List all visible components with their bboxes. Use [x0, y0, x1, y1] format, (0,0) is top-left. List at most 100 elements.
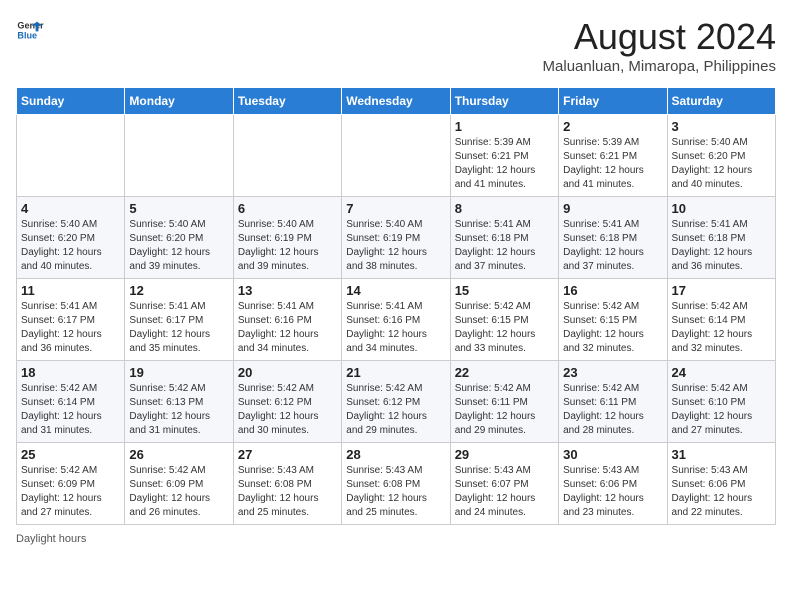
calendar-cell: 13 Sunrise: 5:41 AM Sunset: 6:16 PM Dayli… [233, 279, 341, 361]
day-number: 19 [129, 365, 228, 380]
day-info: Sunrise: 5:43 AM Sunset: 6:06 PM Dayligh… [672, 464, 771, 520]
days-header-row: SundayMondayTuesdayWednesdayThursdayFrid… [17, 88, 776, 115]
calendar-cell: 27 Sunrise: 5:43 AM Sunset: 6:08 PM Dayli… [233, 443, 341, 525]
day-info: Sunrise: 5:42 AM Sunset: 6:13 PM Dayligh… [129, 382, 228, 438]
day-header-wednesday: Wednesday [342, 88, 450, 115]
calendar-cell: 16Sunrise: 5:42 AM Sunset: 6:15 PM Dayli… [559, 279, 667, 361]
day-number: 6 [238, 201, 337, 216]
day-info: Sunrise: 5:41 AM Sunset: 6:16 PM Dayligh… [346, 300, 445, 356]
calendar-cell: 14Sunrise: 5:41 AM Sunset: 6:16 PM Dayli… [342, 279, 450, 361]
month-year-title: August 2024 [543, 16, 776, 58]
location-subtitle: Maluanluan, Mimaropa, Philippines [543, 58, 776, 75]
day-info: Sunrise: 5:40 AM Sunset: 6:19 PM Dayligh… [238, 218, 337, 274]
calendar-cell: 8 Sunrise: 5:41 AM Sunset: 6:18 PM Daylig… [450, 197, 558, 279]
calendar-cell [17, 115, 125, 197]
calendar-cell: 28Sunrise: 5:43 AM Sunset: 6:08 PM Dayli… [342, 443, 450, 525]
calendar-cell: 5 Sunrise: 5:40 AM Sunset: 6:20 PM Daylig… [125, 197, 233, 279]
title-area: August 2024 Maluanluan, Mimaropa, Philip… [543, 16, 776, 75]
day-info: Sunrise: 5:41 AM Sunset: 6:17 PM Dayligh… [129, 300, 228, 356]
day-number: 30 [563, 447, 662, 462]
calendar-cell: 31 Sunrise: 5:43 AM Sunset: 6:06 PM Dayli… [667, 443, 775, 525]
calendar-cell: 2 Sunrise: 5:39 AM Sunset: 6:21 PM Daylig… [559, 115, 667, 197]
day-info: Sunrise: 5:41 AM Sunset: 6:17 PM Dayligh… [21, 300, 120, 356]
calendar-cell: 26 Sunrise: 5:42 AM Sunset: 6:09 PM Dayli… [125, 443, 233, 525]
day-header-thursday: Thursday [450, 88, 558, 115]
calendar-cell [342, 115, 450, 197]
day-info: Sunrise: 5:42 AM Sunset: 6:15 PM Dayligh… [455, 300, 554, 356]
day-info: Sunrise: 5:42 AM Sunset: 6:14 PM Dayligh… [672, 300, 771, 356]
logo: General Blue [16, 16, 44, 44]
week-row-5: 25 Sunrise: 5:42 AM Sunset: 6:09 PM Dayli… [17, 443, 776, 525]
day-info: Sunrise: 5:42 AM Sunset: 6:09 PM Dayligh… [129, 464, 228, 520]
day-number: 1 [455, 119, 554, 134]
day-info: Sunrise: 5:43 AM Sunset: 6:07 PM Dayligh… [455, 464, 554, 520]
day-header-tuesday: Tuesday [233, 88, 341, 115]
day-info: Sunrise: 5:41 AM Sunset: 6:16 PM Dayligh… [238, 300, 337, 356]
day-number: 12 [129, 283, 228, 298]
day-number: 20 [238, 365, 337, 380]
day-number: 27 [238, 447, 337, 462]
day-info: Sunrise: 5:41 AM Sunset: 6:18 PM Dayligh… [455, 218, 554, 274]
day-number: 21 [346, 365, 445, 380]
day-info: Sunrise: 5:40 AM Sunset: 6:20 PM Dayligh… [129, 218, 228, 274]
day-number: 3 [672, 119, 771, 134]
logo-icon: General Blue [16, 16, 44, 44]
day-info: Sunrise: 5:43 AM Sunset: 6:08 PM Dayligh… [238, 464, 337, 520]
calendar-cell: 9Sunrise: 5:41 AM Sunset: 6:18 PM Daylig… [559, 197, 667, 279]
week-row-1: 1 Sunrise: 5:39 AM Sunset: 6:21 PM Daylig… [17, 115, 776, 197]
day-number: 2 [563, 119, 662, 134]
week-row-3: 11Sunrise: 5:41 AM Sunset: 6:17 PM Dayli… [17, 279, 776, 361]
day-header-saturday: Saturday [667, 88, 775, 115]
calendar-cell: 12 Sunrise: 5:41 AM Sunset: 6:17 PM Dayli… [125, 279, 233, 361]
day-number: 7 [346, 201, 445, 216]
day-number: 18 [21, 365, 120, 380]
calendar-cell: 21 Sunrise: 5:42 AM Sunset: 6:12 PM Dayli… [342, 361, 450, 443]
calendar-cell: 10Sunrise: 5:41 AM Sunset: 6:18 PM Dayli… [667, 197, 775, 279]
day-number: 26 [129, 447, 228, 462]
calendar-cell: 6 Sunrise: 5:40 AM Sunset: 6:19 PM Daylig… [233, 197, 341, 279]
day-info: Sunrise: 5:42 AM Sunset: 6:11 PM Dayligh… [455, 382, 554, 438]
day-number: 10 [672, 201, 771, 216]
day-info: Sunrise: 5:43 AM Sunset: 6:08 PM Dayligh… [346, 464, 445, 520]
day-number: 9 [563, 201, 662, 216]
calendar-cell: 17Sunrise: 5:42 AM Sunset: 6:14 PM Dayli… [667, 279, 775, 361]
day-header-sunday: Sunday [17, 88, 125, 115]
day-number: 13 [238, 283, 337, 298]
day-info: Sunrise: 5:42 AM Sunset: 6:10 PM Dayligh… [672, 382, 771, 438]
calendar-cell [125, 115, 233, 197]
day-number: 25 [21, 447, 120, 462]
day-info: Sunrise: 5:42 AM Sunset: 6:12 PM Dayligh… [238, 382, 337, 438]
calendar-cell: 3 Sunrise: 5:40 AM Sunset: 6:20 PM Daylig… [667, 115, 775, 197]
calendar-cell: 25 Sunrise: 5:42 AM Sunset: 6:09 PM Dayli… [17, 443, 125, 525]
day-info: Sunrise: 5:39 AM Sunset: 6:21 PM Dayligh… [563, 136, 662, 192]
day-number: 29 [455, 447, 554, 462]
calendar-cell: 24Sunrise: 5:42 AM Sunset: 6:10 PM Dayli… [667, 361, 775, 443]
day-number: 23 [563, 365, 662, 380]
calendar-cell: 15Sunrise: 5:42 AM Sunset: 6:15 PM Dayli… [450, 279, 558, 361]
day-number: 31 [672, 447, 771, 462]
calendar-cell: 11Sunrise: 5:41 AM Sunset: 6:17 PM Dayli… [17, 279, 125, 361]
day-number: 8 [455, 201, 554, 216]
day-info: Sunrise: 5:42 AM Sunset: 6:14 PM Dayligh… [21, 382, 120, 438]
calendar-cell: 7 Sunrise: 5:40 AM Sunset: 6:19 PM Daylig… [342, 197, 450, 279]
day-info: Sunrise: 5:43 AM Sunset: 6:06 PM Dayligh… [563, 464, 662, 520]
day-info: Sunrise: 5:42 AM Sunset: 6:12 PM Dayligh… [346, 382, 445, 438]
day-info: Sunrise: 5:42 AM Sunset: 6:15 PM Dayligh… [563, 300, 662, 356]
day-info: Sunrise: 5:40 AM Sunset: 6:19 PM Dayligh… [346, 218, 445, 274]
day-info: Sunrise: 5:42 AM Sunset: 6:11 PM Dayligh… [563, 382, 662, 438]
calendar-cell: 23 Sunrise: 5:42 AM Sunset: 6:11 PM Dayli… [559, 361, 667, 443]
calendar-table: SundayMondayTuesdayWednesdayThursdayFrid… [16, 87, 776, 525]
calendar-cell: 4 Sunrise: 5:40 AM Sunset: 6:20 PM Daylig… [17, 197, 125, 279]
calendar-cell: 1 Sunrise: 5:39 AM Sunset: 6:21 PM Daylig… [450, 115, 558, 197]
day-number: 5 [129, 201, 228, 216]
calendar-cell: 18 Sunrise: 5:42 AM Sunset: 6:14 PM Dayli… [17, 361, 125, 443]
day-info: Sunrise: 5:40 AM Sunset: 6:20 PM Dayligh… [672, 136, 771, 192]
day-number: 4 [21, 201, 120, 216]
day-header-friday: Friday [559, 88, 667, 115]
day-info: Sunrise: 5:42 AM Sunset: 6:09 PM Dayligh… [21, 464, 120, 520]
day-header-monday: Monday [125, 88, 233, 115]
calendar-cell: 29 Sunrise: 5:43 AM Sunset: 6:07 PM Dayli… [450, 443, 558, 525]
week-row-2: 4 Sunrise: 5:40 AM Sunset: 6:20 PM Daylig… [17, 197, 776, 279]
day-info: Sunrise: 5:39 AM Sunset: 6:21 PM Dayligh… [455, 136, 554, 192]
day-info: Sunrise: 5:40 AM Sunset: 6:20 PM Dayligh… [21, 218, 120, 274]
